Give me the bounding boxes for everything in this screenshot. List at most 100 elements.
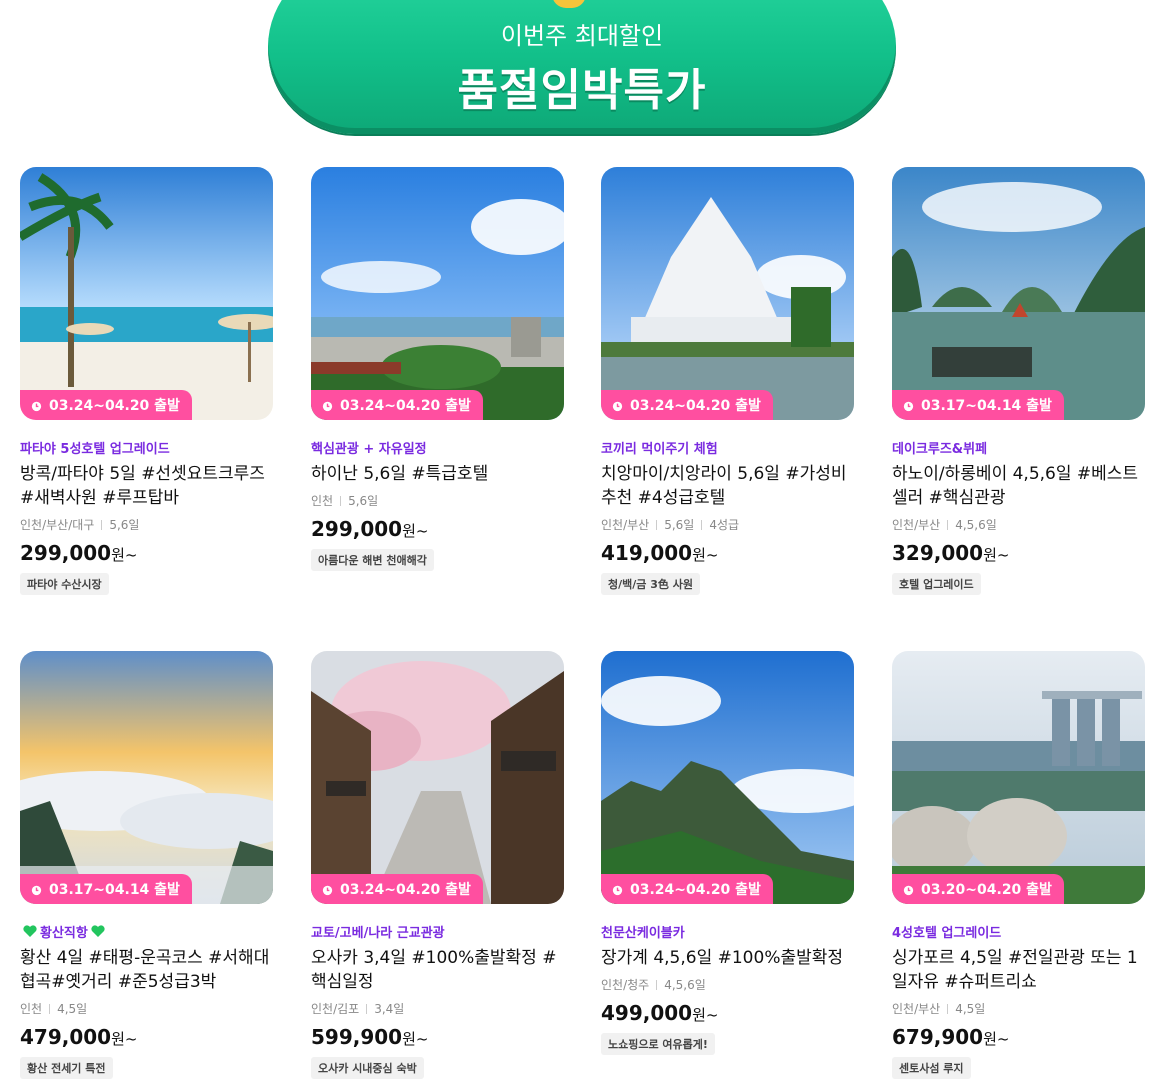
departure-date: 03.20~04.20 출발 <box>921 882 1052 898</box>
product-tag: 황산직항 <box>20 922 273 941</box>
departure-city: 인천/청주 <box>601 978 650 992</box>
product-meta: 인천/부산 4,5,6일 <box>892 516 1145 533</box>
product-meta: 인천/부산 4,5일 <box>892 1000 1145 1017</box>
trip-length: 4,5,6일 <box>955 518 997 532</box>
product-title[interactable]: 하노이/하롱베이 4,5,6일 #베스트셀러 #핵심관광 <box>892 462 1145 510</box>
product-title[interactable]: 장가계 4,5,6일 #100%출발확정 <box>601 946 854 970</box>
trip-length: 5,6일 <box>348 494 379 508</box>
departure-city: 인천/부산 <box>601 518 650 532</box>
departure-date: 03.24~04.20 출발 <box>630 882 761 898</box>
product-image[interactable]: 03.24~04.20 출발 <box>601 167 854 420</box>
product-title[interactable]: 치앙마이/치앙라이 5,6일 #가성비추천 #4성급호텔 <box>601 462 854 510</box>
departure-date-badge: 03.17~04.14 출발 <box>20 874 192 904</box>
product-price: 679,900원~ <box>892 1025 1010 1049</box>
departure-city: 인천 <box>20 1002 43 1016</box>
departure-date-badge: 03.24~04.20 출발 <box>311 390 483 420</box>
feature-chip: 아름다운 해변 천애해각 <box>311 549 434 571</box>
feature-chip: 호텔 업그레이드 <box>892 573 981 595</box>
departure-date-badge: 03.17~04.14 출발 <box>892 390 1064 420</box>
product-card-hanoi[interactable]: 03.17~04.14 출발 데이크루즈&뷔페 하노이/하롱베이 4,5,6일 … <box>892 167 1145 595</box>
feature-chip: 파타야 수산시장 <box>20 573 109 595</box>
departure-date: 03.17~04.14 출발 <box>921 398 1052 414</box>
product-price: 599,900원~ <box>311 1025 429 1049</box>
product-tag: 교토/고베/나라 근교관광 <box>311 925 445 941</box>
product-title[interactable]: 싱가포르 4,5일 #전일관광 또는 1일자유 #슈퍼트리쇼 <box>892 946 1145 994</box>
heart-icon <box>91 924 105 937</box>
trip-length: 5,6일 <box>109 518 140 532</box>
product-price: 299,000원~ <box>20 541 138 565</box>
beach-photo <box>20 167 273 420</box>
alarm-clock-icon <box>31 885 42 895</box>
departure-date-badge: 03.24~04.20 출발 <box>311 874 483 904</box>
product-title[interactable]: 방콕/파타야 5일 #선셋요트크루즈 #새벽사원 #루프탑바 <box>20 462 273 510</box>
departure-date-badge: 03.20~04.20 출발 <box>892 874 1064 904</box>
product-title[interactable]: 하이난 5,6일 #특급호텔 <box>311 462 564 486</box>
departure-city: 인천 <box>311 494 334 508</box>
white-temple-photo <box>601 167 854 420</box>
feature-chip: 황산 전세기 특전 <box>20 1057 113 1079</box>
product-meta: 인천/김포 3,4일 <box>311 1000 564 1017</box>
product-price: 479,000원~ <box>20 1025 138 1049</box>
product-title[interactable]: 오사카 3,4일 #100%출발확정 #핵심일정 <box>311 946 564 994</box>
product-price: 419,000원~ <box>601 541 719 565</box>
alarm-clock-icon <box>903 885 914 895</box>
product-tag: 데이크루즈&뷔페 <box>892 441 988 457</box>
product-card-zhangjiajie[interactable]: 03.24~04.20 출발 천문산케이블카 장가계 4,5,6일 #100%출… <box>601 651 854 1055</box>
product-card-hainan[interactable]: 03.24~04.20 출발 핵심관광 + 자유일정 하이난 5,6일 #특급호… <box>311 167 564 571</box>
marina-bay-photo <box>892 651 1145 904</box>
trip-length: 4,5일 <box>955 1002 986 1016</box>
departure-date: 03.24~04.20 출발 <box>340 882 471 898</box>
banner-title: 품절임박특가 <box>457 65 707 116</box>
departure-date-badge: 03.24~04.20 출발 <box>601 874 773 904</box>
trip-length: 4,5,6일 <box>664 978 706 992</box>
alarm-clock-icon <box>322 885 333 895</box>
product-tag: 천문산케이블카 <box>601 925 685 941</box>
kyoto-street-photo <box>311 651 564 904</box>
product-card-singapore[interactable]: 03.20~04.20 출발 4성호텔 업그레이드 싱가포르 4,5일 #전일관… <box>892 651 1145 1079</box>
product-meta: 인천 4,5일 <box>20 1000 273 1017</box>
product-tag: 파타야 5성호텔 업그레이드 <box>20 441 170 457</box>
product-image[interactable]: 03.24~04.20 출발 <box>601 651 854 904</box>
product-meta: 인천 5,6일 <box>311 492 564 509</box>
alarm-clock-icon <box>903 401 914 411</box>
product-image[interactable]: 03.24~04.20 출발 <box>311 167 564 420</box>
trip-length: 4,5일 <box>57 1002 88 1016</box>
alarm-clock-icon <box>31 401 42 411</box>
mountain-photo <box>601 651 854 904</box>
trip-length: 3,4일 <box>374 1002 405 1016</box>
product-meta: 인천/부산 5,6일 4성급 <box>601 516 854 533</box>
product-image[interactable]: 03.24~04.20 출발 <box>311 651 564 904</box>
product-image[interactable]: 03.17~04.14 출발 <box>892 167 1145 420</box>
product-card-osaka[interactable]: 03.24~04.20 출발 교토/고베/나라 근교관광 오사카 3,4일 #1… <box>311 651 564 1079</box>
product-image[interactable]: 03.20~04.20 출발 <box>892 651 1145 904</box>
departure-city: 인천/부산 <box>892 518 941 532</box>
departure-city: 인천/김포 <box>311 1002 360 1016</box>
product-tag: 코끼리 먹이주기 체험 <box>601 441 718 457</box>
alarm-clock-icon <box>322 401 333 411</box>
product-tag: 핵심관광 + 자유일정 <box>311 441 427 457</box>
product-card-chiangmai[interactable]: 03.24~04.20 출발 코끼리 먹이주기 체험 치앙마이/치앙라이 5,6… <box>601 167 854 595</box>
product-title[interactable]: 황산 4일 #태평-운곡코스 #서해대협곡#옛거리 #준5성급3박 <box>20 946 273 994</box>
product-price: 299,000원~ <box>311 517 429 541</box>
product-image[interactable]: 03.24~04.20 출발 <box>20 167 273 420</box>
departure-date: 03.24~04.20 출발 <box>340 398 471 414</box>
banner-subtitle: 이번주 최대할인 <box>500 22 664 50</box>
product-card-bangkok[interactable]: 03.24~04.20 출발 파타야 5성호텔 업그레이드 방콕/파타야 5일 … <box>20 167 273 595</box>
product-meta: 인천/청주 4,5,6일 <box>601 976 854 993</box>
halong-bay-photo <box>892 167 1145 420</box>
departure-city: 인천/부산 <box>892 1002 941 1016</box>
departure-date: 03.17~04.14 출발 <box>49 882 180 898</box>
product-card-huangshan[interactable]: 03.17~04.14 출발 황산직항 황산 4일 #태평-운곡코스 #서해대협… <box>20 651 273 1079</box>
departure-city: 인천/부산/대구 <box>20 518 95 532</box>
city-coast-photo <box>311 167 564 420</box>
product-image[interactable]: 03.17~04.14 출발 <box>20 651 273 904</box>
feature-chip: 노쇼핑으로 여유롭게! <box>601 1033 715 1055</box>
product-price: 329,000원~ <box>892 541 1010 565</box>
alarm-clock-icon <box>612 885 623 895</box>
trip-length: 5,6일 <box>664 518 695 532</box>
sea-of-clouds-photo <box>20 651 273 904</box>
departure-date: 03.24~04.20 출발 <box>630 398 761 414</box>
feature-chip: 센토사섬 루지 <box>892 1057 971 1079</box>
product-meta: 인천/부산/대구 5,6일 <box>20 516 273 533</box>
product-price: 499,000원~ <box>601 1001 719 1025</box>
